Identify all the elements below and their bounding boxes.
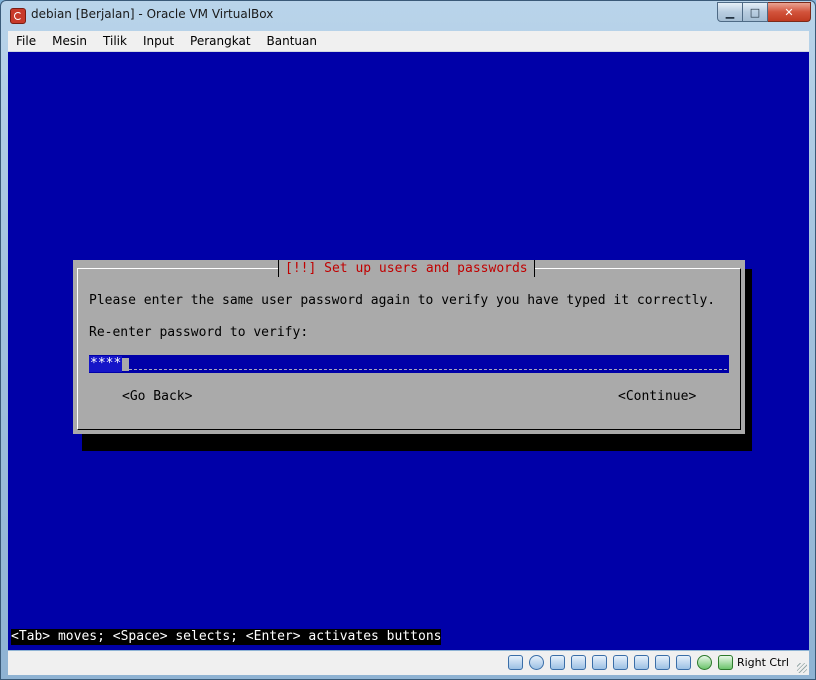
window-controls: ▁ □ ✕ [717,2,811,22]
menu-mesin[interactable]: Mesin [44,34,95,48]
dialog-title: [!!] Set up users and passwords [278,260,535,277]
window-title: debian [Berjalan] - Oracle VM VirtualBox [31,7,274,21]
menu-bantuan[interactable]: Bantuan [259,34,325,48]
shared-folders-icon[interactable] [570,655,586,670]
installer-dialog: [!!] Set up users and passwords Please e… [73,260,745,434]
device-status-icons: Right Ctrl [507,655,789,670]
password-verify-input[interactable]: **** [89,355,729,373]
menu-bar: File Mesin Tilik Input Perangkat Bantuan [8,31,809,52]
menu-tilik[interactable]: Tilik [95,34,135,48]
optical-drive-icon[interactable] [528,655,544,670]
hard-disk-icon[interactable] [507,655,523,670]
go-back-button[interactable]: <Go Back> [122,389,192,405]
menu-input[interactable]: Input [135,34,182,48]
folder-icon[interactable] [612,655,628,670]
integration-icon[interactable] [696,655,712,670]
keyboard-hint: <Tab> moves; <Space> selects; <Enter> ac… [11,629,442,645]
maximize-button[interactable]: □ [743,2,768,22]
host-key-label: Right Ctrl [736,656,789,669]
minimize-button[interactable]: ▁ [717,2,743,22]
resize-grip-icon[interactable] [797,663,807,673]
menu-perangkat[interactable]: Perangkat [182,34,259,48]
virtualbox-window: debian [Berjalan] - Oracle VM VirtualBox… [0,0,816,680]
debian-logo-icon [10,8,26,24]
recording-icon[interactable] [675,655,691,670]
pen-icon[interactable] [591,655,607,670]
title-bar[interactable]: debian [Berjalan] - Oracle VM VirtualBox… [1,1,815,31]
field-underline [129,369,727,370]
close-button[interactable]: ✕ [768,2,811,22]
vm-display[interactable]: [!!] Set up users and passwords Please e… [8,52,809,650]
host-key-arrow-icon [717,655,733,670]
continue-button[interactable]: <Continue> [618,389,696,405]
status-bar: Right Ctrl [8,651,809,675]
password-masked-value: **** [89,356,123,372]
menu-file[interactable]: File [8,34,44,48]
usb-icon[interactable] [549,655,565,670]
display-icon[interactable] [633,655,649,670]
password-field-label: Re-enter password to verify: [89,325,309,340]
instruction-text: Please enter the same user password agai… [89,293,716,308]
text-cursor [122,358,129,371]
network-icon[interactable] [654,655,670,670]
